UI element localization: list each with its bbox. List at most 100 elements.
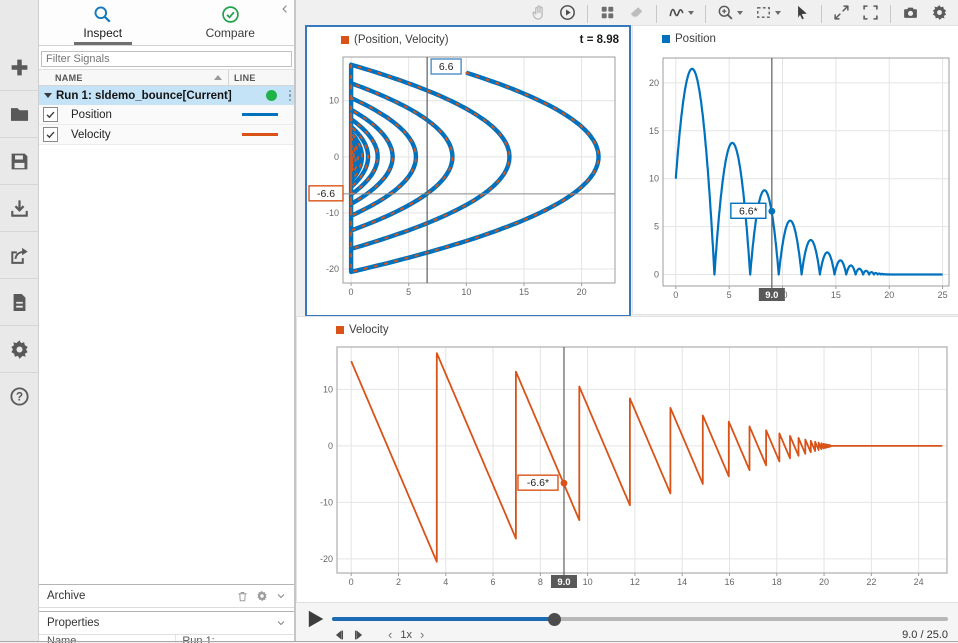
cursor-arrow-button[interactable] [789,1,814,27]
xy-legend-label[interactable]: (Position, Velocity) [354,34,449,46]
position-legend-label[interactable]: Position [675,33,716,45]
check-circle-icon [221,5,240,24]
add-button[interactable] [0,44,38,91]
column-line[interactable]: LINE [229,73,294,83]
left-toolbar [0,0,39,642]
svg-text:-10: -10 [326,208,339,218]
svg-text:10: 10 [329,96,339,106]
fullscreen-button[interactable] [858,1,883,27]
preferences-button[interactable] [0,326,38,373]
dropdown-caret-icon[interactable] [737,11,743,15]
help-button[interactable] [0,373,38,419]
velocity-plot-panel[interactable]: Velocity 024681012141618202224-20-10010-… [296,316,958,604]
svg-text:15: 15 [649,126,659,136]
dropdown-caret-icon[interactable] [688,11,694,15]
properties-section-header[interactable]: Properties [39,611,294,635]
signal-row-position[interactable]: Position [39,105,294,125]
replay-button[interactable] [555,1,580,27]
run-row[interactable]: Run 1: sldemo_bounce[Current] [39,86,294,105]
position-legend-swatch [662,35,670,43]
run-label: Run 1: sldemo_bounce[Current] [56,90,232,102]
svg-text:0: 0 [349,577,354,587]
xy-time-label: t = 8.98 [580,34,619,46]
xy-plot-canvas[interactable]: 05101520-20-100106.6-6.6 [307,53,625,309]
signal-table-header: NAME LINE [39,70,294,86]
playback-bar: ‹ 1x › 9.0 / 25.0 [296,602,958,643]
position-plot-panel[interactable]: Position 0510152025051015206.6*9.0 [632,25,958,315]
pan-button[interactable] [526,1,551,27]
signal-trace-button[interactable] [664,1,698,27]
svg-text:4: 4 [443,577,448,587]
fit-to-view-button[interactable] [751,1,785,27]
xy-plot-panel[interactable]: (Position, Velocity) t = 8.98 05101520-2… [305,25,631,317]
svg-text:-10: -10 [320,497,333,507]
velocity-checkbox[interactable] [43,127,58,142]
properties-label: Properties [47,617,275,629]
speed-label[interactable]: 1x [400,629,412,641]
report-button[interactable] [0,279,38,326]
archive-label: Archive [47,590,236,602]
sort-asc-icon[interactable] [214,75,222,80]
expand-button[interactable] [829,1,854,27]
chevron-down-icon[interactable] [275,590,287,602]
svg-text:0: 0 [334,152,339,162]
check-icon [45,129,56,140]
eraser-button[interactable] [624,1,649,27]
svg-text:20: 20 [884,290,894,300]
svg-text:10: 10 [583,577,593,587]
layout-button[interactable] [595,1,620,27]
run-status-dot [266,90,277,101]
svg-text:8: 8 [538,577,543,587]
position-line-swatch[interactable] [242,113,278,116]
svg-text:15: 15 [831,290,841,300]
tab-compare[interactable]: Compare [167,0,295,45]
signal-label: Velocity [71,129,111,141]
step-forward-button[interactable] [352,628,366,642]
svg-text:-20: -20 [326,264,339,274]
signal-row-velocity[interactable]: Velocity [39,125,294,145]
svg-text:10: 10 [461,287,471,297]
import-button[interactable] [0,185,38,232]
plot-settings-gear-button[interactable] [927,1,952,27]
archive-settings-gear-icon[interactable] [256,590,268,602]
position-plot-header: Position [633,26,958,52]
timeline-slider[interactable] [332,617,948,621]
trash-icon[interactable] [236,590,249,603]
zoom-in-button[interactable] [713,1,747,27]
speed-down-button[interactable]: ‹ [386,630,394,640]
svg-text:20: 20 [819,577,829,587]
save-button[interactable] [0,138,38,185]
dropdown-caret-icon[interactable] [775,11,781,15]
tab-inspect-label: Inspect [83,26,122,40]
chevron-down-icon[interactable] [275,617,287,629]
svg-text:6.6: 6.6 [439,61,454,73]
position-checkbox[interactable] [43,107,58,122]
velocity-legend-label[interactable]: Velocity [349,324,389,336]
play-button[interactable] [304,608,326,630]
time-display: 9.0 / 25.0 [902,629,948,641]
column-name[interactable]: NAME [39,73,214,83]
plot-area: (Position, Velocity) t = 8.98 0 5 10 15 20 -2… [296,0,958,642]
velocity-line-swatch[interactable] [242,133,278,136]
tab-inspect[interactable]: Inspect [39,0,167,45]
run-expand-caret-icon[interactable] [44,93,52,98]
svg-text:10: 10 [323,384,333,394]
svg-text:5: 5 [727,290,732,300]
collapse-panel-icon[interactable] [279,3,291,15]
svg-text:-20: -20 [320,554,333,564]
speed-up-button[interactable]: › [418,630,426,640]
snapshot-camera-button[interactable] [898,1,923,27]
xy-legend-swatch [341,36,349,44]
open-folder-button[interactable] [0,91,38,138]
plot-toolbar [526,0,952,27]
timeline-handle[interactable] [548,613,561,626]
velocity-plot-canvas[interactable]: 024681012141618202224-20-10010-6.6*9.0 [297,343,957,601]
position-plot-canvas[interactable]: 0510152025051015206.6*9.0 [633,52,957,312]
run-menu-kebab-icon[interactable] [289,90,292,102]
export-button[interactable] [0,232,38,279]
velocity-legend-swatch [336,326,344,334]
svg-text:24: 24 [914,577,924,587]
archive-section-header[interactable]: Archive [39,584,294,608]
step-back-button[interactable] [332,628,346,642]
filter-signals-input[interactable] [41,51,292,67]
